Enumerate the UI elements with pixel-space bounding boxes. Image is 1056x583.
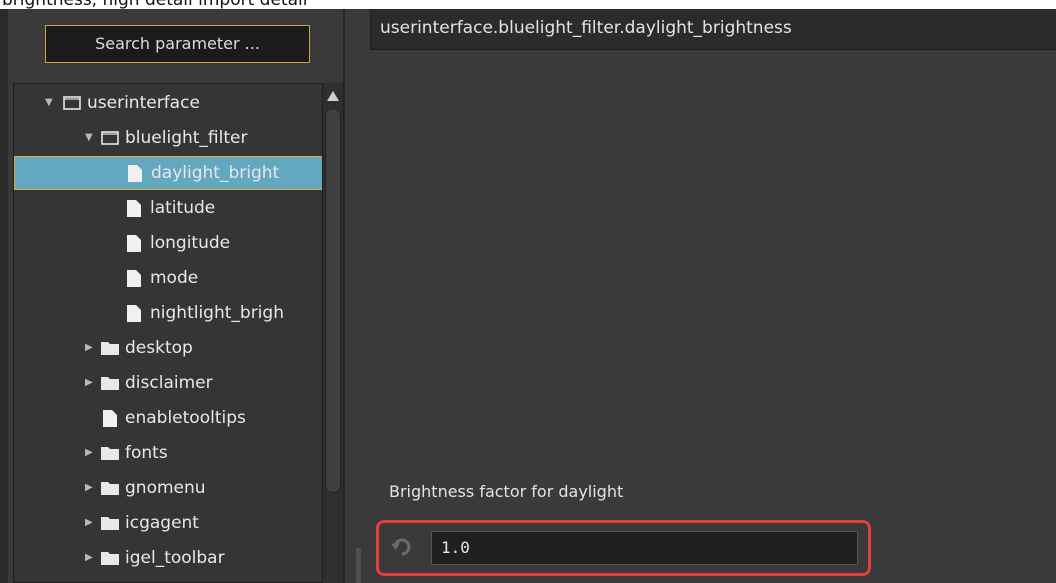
file-icon [128,165,142,182]
search-parameter-button[interactable]: Search parameter ... [45,25,310,63]
tree-item-label: enabletooltips [125,408,246,428]
tree-item-label: gnomenu [125,478,206,498]
tree-item-label: icgagent [125,513,199,533]
parameter-value-input[interactable]: 1.0 [431,531,858,565]
folder-icon [101,517,119,530]
parameter-description: Brightness factor for daylight [389,482,624,501]
tree-item-userinterface[interactable]: ▼ userinterface [14,86,343,120]
tree-item-bluelight-filter[interactable]: ▼ bluelight_filter [14,121,343,155]
scroll-up-arrow-icon[interactable] [325,88,341,104]
file-icon [127,305,141,322]
tree-item-icgagent[interactable]: ▶ icgagent [14,506,343,540]
folder-icon [101,377,119,390]
tree-item-label: nightlight_brigh [150,303,284,323]
tree-item-label: userinterface [87,93,200,113]
expand-arrow-icon[interactable]: ▼ [85,121,93,155]
tree-item-enabletooltips[interactable]: enabletooltips [14,401,343,435]
tree-item-daylight-brightness[interactable]: daylight_bright [14,156,343,190]
file-icon [127,235,141,252]
tree-item-desktop[interactable]: ▶ desktop [14,331,343,365]
tree-item-label: longitude [150,233,231,253]
tree-item-nightlight-brightness[interactable]: nightlight_brigh [14,296,343,330]
tree-item-label: disclaimer [125,373,213,393]
tree-item-disclaimer[interactable]: ▶ disclaimer [14,366,343,400]
folder-open-icon [101,131,119,145]
tree-item-igel-toolbar[interactable]: ▶ igel_toolbar [14,541,343,575]
expand-arrow-icon[interactable]: ▶ [85,506,93,540]
expand-arrow-icon[interactable]: ▶ [85,366,93,400]
file-icon [127,200,141,217]
tree-item-label: igel_toolbar [125,548,225,568]
tree-item-label: latitude [150,198,216,218]
left-edge [0,9,8,583]
pane-divider [343,9,345,583]
expand-arrow-icon[interactable]: ▶ [85,541,93,575]
tree-item-longitude[interactable]: longitude [14,226,343,260]
tree-item-label: fonts [125,443,168,463]
file-icon [103,410,117,427]
tree-item-fonts[interactable]: ▶ fonts [14,436,343,470]
tree-item-latitude[interactable]: latitude [14,191,343,225]
top-caption: brightness, high detail import detail [0,0,1056,9]
tree-item-mode[interactable]: mode [14,261,343,295]
folder-icon [101,552,119,565]
parameter-path-field: userinterface.bluelight_filter.daylight_… [370,9,1056,50]
tree-item-label: bluelight_filter [125,128,248,148]
folder-icon [101,482,119,495]
folder-open-icon [63,96,81,110]
expand-arrow-icon[interactable]: ▶ [85,471,93,505]
folder-icon [101,447,119,460]
splitter-handle[interactable] [356,548,361,583]
file-icon [127,270,141,287]
reset-icon[interactable] [390,537,416,557]
scrollbar-thumb[interactable] [325,108,341,493]
tree-item-label: daylight_bright [151,163,280,183]
tree-item-gnomenu[interactable]: ▶ gnomenu [14,471,343,505]
tree-item-label: mode [150,268,199,288]
folder-icon [101,342,119,355]
tree-item-label: desktop [125,338,193,358]
parameter-tree: ▼ userinterface ▼ bluelight_filter dayli… [13,83,343,583]
expand-arrow-icon[interactable]: ▼ [45,86,53,120]
expand-arrow-icon[interactable]: ▶ [85,331,93,365]
expand-arrow-icon[interactable]: ▶ [85,436,93,470]
